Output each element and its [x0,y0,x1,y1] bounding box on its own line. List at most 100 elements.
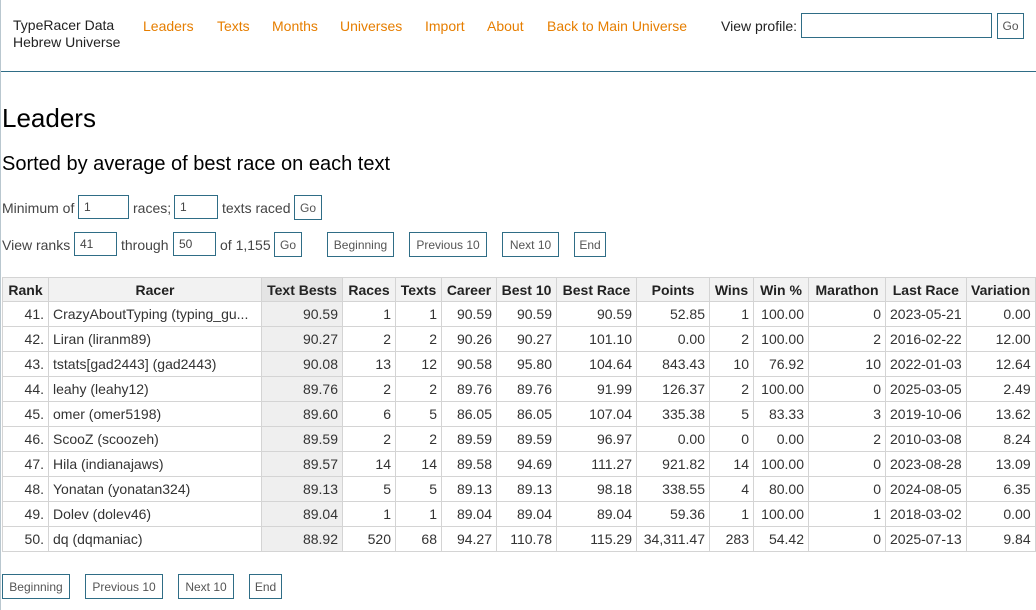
col-text-bests-header[interactable]: Text Bests [261,277,343,302]
cell-win-pct: 80.00 [753,476,809,502]
col-points-header[interactable]: Points [636,277,710,302]
cell-last-race: 2025-07-13 [885,526,967,552]
cell-best-race: 104.64 [556,351,637,377]
cell-racer[interactable]: leahy (leahy12) [48,376,262,402]
cell-best-race: 98.18 [556,476,637,502]
cell-wins: 4 [709,476,754,502]
cell-racer[interactable]: ScooZ (scoozeh) [48,426,262,452]
cell-wins: 2 [709,326,754,352]
cell-racer[interactable]: Yonatan (yonatan324) [48,476,262,502]
cell-last-race: 2019-10-06 [885,401,967,427]
cell-races: 5 [342,476,396,502]
cell-win-pct: 76.92 [753,351,809,377]
nav-import-link[interactable]: Import [425,18,465,34]
cell-last-race: 2025-03-05 [885,376,967,402]
col-rank-header[interactable]: Rank [2,277,49,302]
pager-bottom-end-button[interactable]: End [249,574,282,599]
rank-from-input[interactable] [74,232,117,256]
cell-racer[interactable]: tstats[gad2443] (gad2443) [48,351,262,377]
cell-best-race: 90.59 [556,301,637,327]
col-career-header[interactable]: Career [441,277,497,302]
cell-points: 335.38 [636,401,710,427]
pager-top-previous-button[interactable]: Previous 10 [409,232,487,257]
table-row: 41. CrazyAboutTyping (typing_gu... 90.59 1 1… [2,301,1036,327]
col-marathon-header[interactable]: Marathon [808,277,886,302]
view-ranks-label: View ranks [2,237,71,253]
cell-last-race: 2024-08-05 [885,476,967,502]
cell-best-race: 107.04 [556,401,637,427]
col-last-race-header[interactable]: Last Race [885,277,967,302]
nav-months-link[interactable]: Months [272,18,318,34]
ranks-go-button[interactable]: Go [274,232,302,257]
cell-racer[interactable]: Dolev (dolev46) [48,501,262,527]
min-races-input[interactable] [78,195,129,219]
view-profile-go-button[interactable]: Go [997,13,1024,39]
rank-to-input[interactable] [173,232,216,256]
cell-racer[interactable]: dq (dqmaniac) [48,526,262,552]
cell-career: 90.58 [441,351,497,377]
col-best10-header[interactable]: Best 10 [496,277,557,302]
col-variation-header[interactable]: Variation [965,277,1036,302]
cell-races: 1 [342,501,396,527]
pager-bottom-next-button[interactable]: Next 10 [178,574,234,599]
cell-best10: 89.76 [496,376,557,402]
pager-bottom-previous-button[interactable]: Previous 10 [85,574,163,599]
col-win-pct-header[interactable]: Win % [753,277,809,302]
cell-best10: 89.04 [496,501,557,527]
cell-marathon: 2 [808,426,886,452]
view-profile-input[interactable] [801,13,992,38]
cell-racer[interactable]: Liran (liranm89) [48,326,262,352]
pager-top-beginning-button[interactable]: Beginning [327,232,394,257]
cell-racer[interactable]: CrazyAboutTyping (typing_gu... [48,301,262,327]
cell-best10: 89.13 [496,476,557,502]
cell-races: 13 [342,351,396,377]
cell-win-pct: 0.00 [753,426,809,452]
cell-wins: 283 [709,526,754,552]
col-wins-header[interactable]: Wins [709,277,754,302]
col-best-race-header[interactable]: Best Race [556,277,637,302]
cell-texts: 2 [395,326,442,352]
cell-variation: 12.64 [965,351,1036,377]
cell-races: 6 [342,401,396,427]
cell-wins: 1 [709,501,754,527]
filter-go-button[interactable]: Go [294,195,322,220]
pager-top-next-button[interactable]: Next 10 [502,232,559,257]
nav-universes-link[interactable]: Universes [340,18,402,34]
nav-back-main-link[interactable]: Back to Main Universe [547,18,687,34]
min-texts-input[interactable] [174,195,218,219]
cell-marathon: 10 [808,351,886,377]
col-racer-header[interactable]: Racer [48,277,262,302]
cell-career: 89.76 [441,376,497,402]
cell-best-race: 89.04 [556,501,637,527]
top-header: TypeRacer Data Hebrew Universe Leaders T… [1,0,1036,72]
cell-wins: 1 [709,301,754,327]
pager-bottom-beginning-button[interactable]: Beginning [2,574,70,599]
table-row: 45. omer (omer5198) 89.60 6 5 86.05 86.05 107.0… [2,401,1036,427]
cell-career: 86.05 [441,401,497,427]
cell-last-race: 2016-02-22 [885,326,967,352]
cell-points: 34,311.47 [636,526,710,552]
brand: TypeRacer Data Hebrew Universe [13,17,120,51]
cell-last-race: 2023-05-21 [885,301,967,327]
nav-texts-link[interactable]: Texts [217,18,250,34]
cell-best-race: 96.97 [556,426,637,452]
cell-marathon: 2 [808,326,886,352]
cell-racer[interactable]: omer (omer5198) [48,401,262,427]
page-subtitle: Sorted by average of best race on each t… [2,153,391,175]
table-row: 50. dq (dqmaniac) 88.92 520 68 94.27 110.78 115… [2,526,1036,552]
cell-career: 90.59 [441,301,497,327]
table-row: 43. tstats[gad2443] (gad2443) 90.08 13 12 90.… [2,351,1036,377]
col-races-header[interactable]: Races [342,277,396,302]
col-texts-header[interactable]: Texts [395,277,442,302]
nav-about-link[interactable]: About [487,18,524,34]
leaders-table: Rank Racer Text Bests Races Texts Career… [2,277,1036,552]
cell-wins: 0 [709,426,754,452]
table-row: 48. Yonatan (yonatan324) 89.13 5 5 89.13 89.13… [2,476,1036,502]
brand-universe: Hebrew Universe [13,34,121,50]
cell-racer[interactable]: Hila (indianajaws) [48,451,262,477]
cell-texts: 14 [395,451,442,477]
table-row: 49. Dolev (dolev46) 89.04 1 1 89.04 89.04 89.04… [2,501,1036,527]
nav-leaders-link[interactable]: Leaders [143,18,194,34]
pager-top-end-button[interactable]: End [574,232,606,257]
cell-wins: 5 [709,401,754,427]
